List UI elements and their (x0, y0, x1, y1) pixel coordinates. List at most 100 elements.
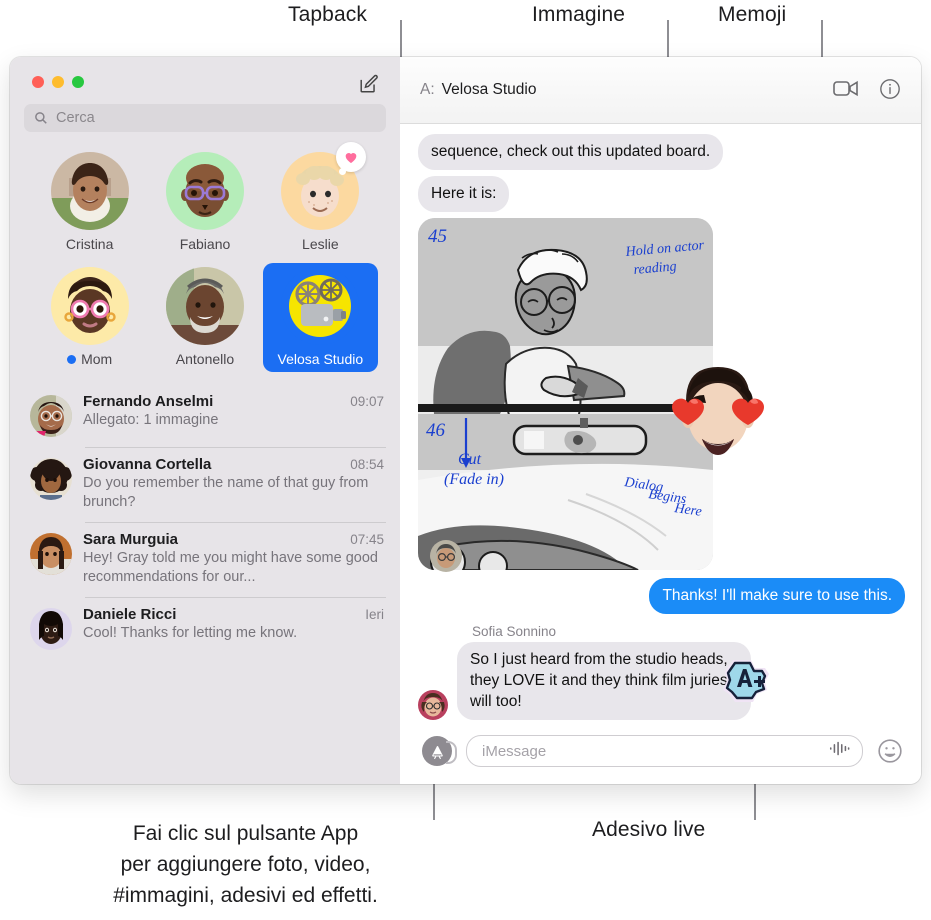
message-row: So I just heard from the studio heads, t… (418, 642, 905, 720)
pinned-label-text: Mom (81, 351, 113, 367)
search-placeholder: Cerca (56, 110, 95, 126)
callout-tapback: Tapback (288, 3, 367, 26)
heart-tapback-badge[interactable] (336, 142, 367, 175)
conversation-name: Daniele Ricci (83, 606, 177, 623)
message-input[interactable]: iMessage (466, 735, 863, 767)
list-item-body: Giovanna Cortella 08:54 Do you remember … (83, 456, 384, 512)
pinned-item-leslie[interactable]: Leslie (263, 142, 378, 257)
conversation-preview: Allegato: 1 immagine (83, 412, 219, 428)
message-input-placeholder: iMessage (482, 742, 547, 760)
message-bubble-incoming[interactable]: sequence, check out this updated board. (418, 134, 724, 170)
conversation-list: Fernando Anselmi 09:07 Allegato: 1 immag… (10, 376, 400, 784)
pinned-item-label: Fabiano (180, 236, 231, 252)
avatar (281, 142, 367, 230)
avatar (50, 152, 129, 230)
conversation-preview: Do you remember the name of that guy fro… (83, 475, 369, 510)
unread-indicator (67, 354, 77, 364)
list-item[interactable]: Fernando Anselmi 09:07 Allegato: 1 immag… (10, 384, 400, 447)
pinned-label-text: Antonello (175, 351, 235, 367)
heart-eyes-memoji-sticker[interactable] (668, 361, 768, 471)
pinned-item-mom[interactable]: Mom (32, 263, 147, 372)
conversation-name: Sara Murguia (83, 531, 179, 548)
message-row: Here it is: (418, 176, 905, 212)
list-item-body: Sara Murguia 07:45 Hey! Gray told me you… (83, 531, 384, 587)
avatar (30, 458, 72, 500)
message-sender-name: Sofia Sonnino (472, 624, 557, 639)
callout-app-button-line3: #immagini, adesivi ed effetti. (113, 884, 378, 907)
sidebar-titlebar (10, 57, 400, 104)
svg-text:46: 46 (426, 420, 446, 441)
callout-app-button: Fai clic sul pulsante App per aggiungere… (58, 818, 433, 911)
video-camera-icon[interactable] (833, 78, 858, 102)
message-bubble-outgoing[interactable]: Thanks! I'll make sure to use this. (649, 578, 905, 614)
message-bubble-incoming[interactable]: So I just heard from the studio heads, t… (457, 642, 751, 720)
pinned-item-velosa-studio[interactable]: Velosa Studio (262, 263, 378, 372)
messages-window: Cerca Cristina Fabiano Leslie Mom Antone… (10, 57, 921, 784)
list-item-body: Daniele Ricci Ieri Cool! Thanks for lett… (83, 606, 384, 650)
conversation-preview: Cool! Thanks for letting me know. (83, 625, 298, 641)
pinned-conversations: Cristina Fabiano Leslie Mom Antonello Ve… (10, 132, 400, 376)
app-store-button[interactable] (422, 736, 457, 766)
callout-memoji: Memoji (718, 3, 787, 26)
message-bubble-incoming[interactable]: Here it is: (418, 176, 510, 212)
pinned-item-antonello[interactable]: Antonello (147, 263, 262, 372)
pinned-label-text: Fabiano (179, 236, 231, 252)
pinned-label-text: Leslie (302, 236, 339, 252)
pinned-label-text: Cristina (65, 236, 114, 252)
traffic-lights (32, 76, 84, 88)
callout-app-button-line1: Fai clic sul pulsante App (132, 822, 359, 845)
header-actions (833, 78, 903, 102)
avatar (430, 540, 462, 572)
recipient-name[interactable]: Velosa Studio (442, 81, 537, 99)
pinned-label-text: Velosa Studio (277, 351, 364, 367)
pinned-item-label: Velosa Studio (278, 351, 364, 367)
to-label: A: (420, 81, 435, 98)
conversation-name: Fernando Anselmi (83, 393, 214, 410)
pinned-item-cristina[interactable]: Cristina (32, 148, 147, 257)
pinned-item-label: Cristina (66, 236, 113, 252)
pinned-item-fabiano[interactable]: Fabiano (147, 148, 262, 257)
conversation-time: 08:54 (350, 457, 384, 472)
conversation-time: 09:07 (350, 394, 384, 409)
emoji-smiley-icon[interactable] (877, 738, 903, 764)
live-sticker-A[interactable] (721, 656, 773, 704)
search-input[interactable]: Cerca (24, 104, 386, 132)
sidebar: Cerca Cristina Fabiano Leslie Mom Antone… (10, 57, 400, 784)
pinned-item-label: Mom (67, 351, 112, 367)
message-composer: iMessage (400, 722, 921, 784)
search-wrap: Cerca (10, 104, 400, 132)
list-item[interactable]: Giovanna Cortella 08:54 Do you remember … (10, 447, 400, 522)
heart-icon (345, 153, 357, 163)
message-row: sequence, check out this updated board. (418, 134, 905, 170)
callout-immagine: Immagine (532, 3, 626, 26)
compose-icon[interactable] (358, 73, 380, 95)
list-item[interactable]: Daniele Ricci Ieri Cool! Thanks for lett… (10, 597, 400, 660)
avatar (281, 267, 360, 345)
callout-live-sticker: Adesivo live (592, 818, 706, 841)
conversation-time: 07:45 (350, 532, 384, 547)
avatar (50, 267, 129, 345)
zoom-button[interactable] (72, 76, 84, 88)
message-row-image: 45 Hold on actor reading 46 Cut (Fade in… (418, 218, 905, 572)
avatar (418, 690, 448, 720)
conversation-header: A: Velosa Studio (400, 57, 921, 124)
list-item[interactable]: Sara Murguia 07:45 Hey! Gray told me you… (10, 522, 400, 597)
audio-waveform-icon[interactable] (828, 741, 850, 761)
list-item-body: Fernando Anselmi 09:07 Allegato: 1 immag… (83, 393, 384, 437)
close-button[interactable] (32, 76, 44, 88)
svg-text:Cut: Cut (458, 451, 482, 468)
message-thread[interactable]: sequence, check out this updated board. … (400, 124, 921, 722)
conversation-preview: Hey! Gray told me you might have some go… (83, 550, 378, 585)
avatar (30, 533, 72, 575)
pinned-item-label: Leslie (302, 236, 339, 252)
message-row: Thanks! I'll make sure to use this. (418, 578, 905, 614)
conversation-pane: A: Velosa Studio sequence, check out thi… (400, 57, 921, 784)
avatar (165, 267, 244, 345)
minimize-button[interactable] (52, 76, 64, 88)
conversation-time: Ieri (365, 607, 384, 622)
avatar (30, 395, 72, 437)
svg-text:(Fade in): (Fade in) (444, 471, 504, 488)
avatar (165, 152, 244, 230)
info-icon[interactable] (879, 78, 903, 102)
avatar (30, 608, 72, 650)
